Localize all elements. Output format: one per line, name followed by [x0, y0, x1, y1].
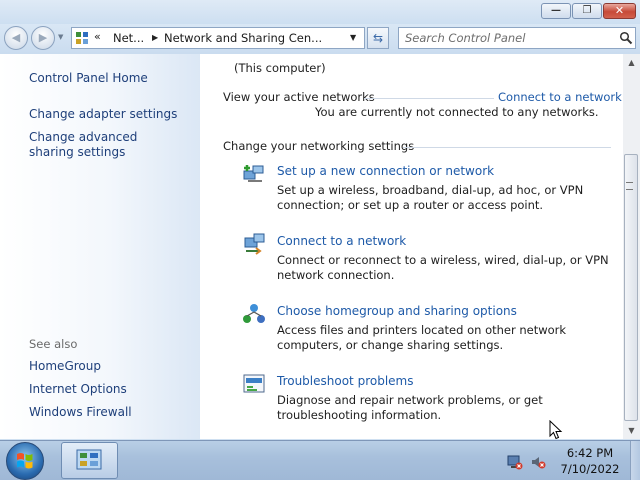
minimize-button[interactable]: — — [541, 3, 571, 19]
section-divider — [403, 147, 611, 148]
volume-muted-icon[interactable] — [530, 454, 546, 470]
windows-logo-icon — [17, 453, 33, 469]
address-overflow-chevron[interactable]: « — [94, 30, 101, 43]
recent-pages-dropdown-icon[interactable]: ▼ — [58, 33, 66, 43]
task-troubleshoot-description: Diagnose and repair network problems, or… — [277, 393, 543, 422]
homegroup-icon — [243, 304, 265, 323]
search-icon[interactable] — [619, 31, 633, 45]
taskbar: 6:42 PM 7/10/2022 — [0, 440, 640, 480]
scroll-down-arrow-icon[interactable]: ▼ — [623, 422, 640, 439]
task-setup-connection-link[interactable]: Set up a new connection or network — [277, 164, 494, 178]
sidebar-item-change-adapter-settings[interactable]: Change adapter settings — [29, 107, 189, 122]
taskbar-control-panel-button[interactable] — [61, 442, 118, 479]
clock-date[interactable]: 7/10/2022 — [558, 462, 622, 476]
control-panel-icon — [76, 449, 102, 470]
task-setup-connection-description: Set up a wireless, broadband, dial-up, a… — [277, 183, 584, 212]
see-also-heading: See also — [29, 337, 78, 351]
breadcrumb-separator-icon[interactable]: ▶ — [152, 33, 158, 42]
maximize-button[interactable]: ❐ — [572, 3, 602, 19]
address-bar[interactable]: « Net... ▶ Network and Sharing Cen... ▼ — [71, 27, 365, 49]
breadcrumb-network-sharing-center[interactable]: Network and Sharing Cen... — [164, 31, 322, 45]
sidebar-item-windows-firewall[interactable]: Windows Firewall — [29, 405, 189, 420]
address-dropdown-icon[interactable]: ▼ — [350, 33, 356, 42]
connect-network-icon — [244, 233, 265, 255]
search-input[interactable] — [405, 30, 610, 46]
title-bar: — ❐ ✕ — [0, 0, 640, 24]
scroll-up-arrow-icon[interactable]: ▲ — [623, 54, 640, 71]
active-networks-heading: View your active networks — [223, 90, 375, 104]
new-connection-icon — [243, 165, 264, 182]
breadcrumb-network[interactable]: Net... — [113, 31, 144, 45]
sidebar-item-change-advanced-sharing[interactable]: Change advanced sharing settings — [29, 130, 179, 160]
scrollbar-thumb[interactable] — [624, 154, 638, 421]
sidebar-item-control-panel-home[interactable]: Control Panel Home — [29, 71, 189, 86]
forward-arrow-icon: ▶ — [38, 31, 48, 44]
back-button[interactable]: ◀ — [4, 26, 28, 50]
task-homegroup-link[interactable]: Choose homegroup and sharing options — [277, 304, 517, 318]
section-divider — [364, 98, 494, 99]
mouse-cursor-icon — [549, 420, 563, 440]
control-panel-icon — [76, 32, 88, 44]
connect-to-network-link[interactable]: Connect to a network — [498, 90, 622, 104]
forward-button[interactable]: ▶ — [31, 26, 55, 50]
sidebar-item-internet-options[interactable]: Internet Options — [29, 382, 189, 397]
start-button[interactable] — [6, 442, 44, 480]
main-content: (This computer) View your active network… — [200, 54, 623, 439]
refresh-button[interactable]: ⇆ — [367, 27, 389, 49]
clock-time[interactable]: 6:42 PM — [558, 446, 622, 460]
sidebar: Control Panel Home Change adapter settin… — [0, 54, 200, 439]
search-box[interactable] — [398, 27, 636, 49]
network-status-text: You are currently not connected to any n… — [315, 105, 599, 119]
refresh-icon: ⇆ — [372, 31, 384, 45]
show-desktop-button[interactable] — [630, 441, 640, 480]
networking-settings-heading: Change your networking settings — [223, 139, 415, 153]
task-homegroup-description: Access files and printers located on oth… — [277, 323, 567, 352]
troubleshoot-icon — [243, 374, 265, 393]
this-computer-label: (This computer) — [234, 61, 326, 75]
network-status-icon[interactable] — [507, 454, 523, 470]
vertical-scrollbar[interactable]: ▲ ▼ — [623, 54, 640, 439]
close-button[interactable]: ✕ — [603, 3, 636, 19]
sidebar-item-homegroup[interactable]: HomeGroup — [29, 359, 189, 374]
task-troubleshoot-link[interactable]: Troubleshoot problems — [277, 374, 413, 388]
navigation-bar: ◀ ▶ ▼ « Net... ▶ Network and Sharing Cen… — [0, 24, 640, 54]
task-connect-network-description: Connect or reconnect to a wireless, wire… — [277, 253, 609, 282]
scrollbar-grip-icon — [626, 182, 633, 190]
task-connect-network-link[interactable]: Connect to a network — [277, 234, 406, 248]
back-arrow-icon: ◀ — [11, 31, 21, 44]
